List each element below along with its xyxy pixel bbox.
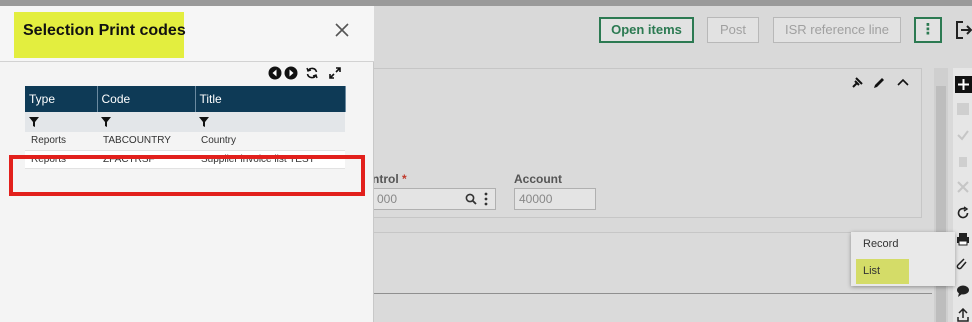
- cancel-icon: [957, 181, 969, 193]
- account-label: Account: [514, 172, 562, 186]
- filter-row: [25, 112, 345, 132]
- table-row[interactable]: Reports TABCOUNTRY Country: [25, 132, 345, 151]
- isr-reference-line-button[interactable]: ISR reference line: [773, 17, 901, 43]
- more-actions-button[interactable]: ⋮: [914, 17, 942, 43]
- edit-icon[interactable]: [872, 76, 886, 90]
- dialog-header: Selection Print codes: [0, 6, 374, 62]
- filter-icon[interactable]: [101, 116, 111, 127]
- divider: [372, 293, 932, 294]
- cell-title: Country: [195, 132, 345, 151]
- filter-type[interactable]: [25, 112, 97, 132]
- share-icon[interactable]: [956, 308, 970, 322]
- check-icon: [957, 130, 969, 141]
- dialog-title: Selection Print codes: [23, 22, 186, 39]
- attachment-icon[interactable]: [956, 258, 970, 272]
- cell-type: Reports: [25, 132, 97, 151]
- field-menu-icon[interactable]: [483, 192, 489, 206]
- search-icon[interactable]: [465, 193, 477, 205]
- control-field[interactable]: 000: [372, 188, 496, 210]
- filter-icon[interactable]: [29, 116, 39, 127]
- post-button[interactable]: Post: [707, 17, 759, 43]
- refresh-icon[interactable]: [956, 206, 970, 220]
- required-marker: *: [402, 172, 407, 186]
- print-codes-table: Type Code Title Reports TABCOUNTRY Count…: [25, 86, 346, 169]
- control-label: ntrol *: [372, 172, 407, 186]
- filter-code[interactable]: [97, 112, 195, 132]
- cell-code: ZFACTRSF: [97, 150, 195, 169]
- table-row[interactable]: Reports ZFACTRSF Supplier invoice list T…: [25, 150, 345, 169]
- refresh-list-icon[interactable]: [305, 66, 319, 80]
- column-header-code[interactable]: Code: [97, 86, 196, 112]
- save-icon: [957, 103, 969, 115]
- column-header-type[interactable]: Type: [25, 86, 98, 112]
- table-header-row: Type Code Title: [25, 86, 346, 112]
- open-items-button[interactable]: Open items: [599, 17, 694, 43]
- collapse-icon[interactable]: [896, 76, 910, 90]
- expand-icon[interactable]: [328, 66, 342, 80]
- scrollbar-thumb[interactable]: [936, 86, 946, 322]
- pin-icon[interactable]: [850, 76, 864, 90]
- column-header-title[interactable]: Title: [195, 86, 346, 112]
- add-icon[interactable]: [955, 76, 972, 93]
- cell-title: Supplier invoice list TEST: [195, 150, 345, 169]
- comment-icon[interactable]: [956, 284, 970, 298]
- next-icon[interactable]: [284, 66, 298, 80]
- logout-icon[interactable]: [955, 20, 972, 40]
- print-icon[interactable]: [956, 232, 970, 246]
- delete-icon: [959, 157, 967, 167]
- filter-icon[interactable]: [199, 116, 209, 127]
- filter-title[interactable]: [195, 112, 345, 132]
- menu-item-record[interactable]: Record: [863, 238, 898, 250]
- menu-item-list[interactable]: List: [863, 265, 880, 277]
- control-value: 000: [377, 192, 398, 206]
- cell-code: TABCOUNTRY: [97, 132, 195, 151]
- cell-type: Reports: [25, 150, 97, 169]
- account-field[interactable]: 40000: [514, 188, 596, 210]
- close-icon[interactable]: [334, 22, 350, 38]
- previous-icon[interactable]: [268, 66, 282, 80]
